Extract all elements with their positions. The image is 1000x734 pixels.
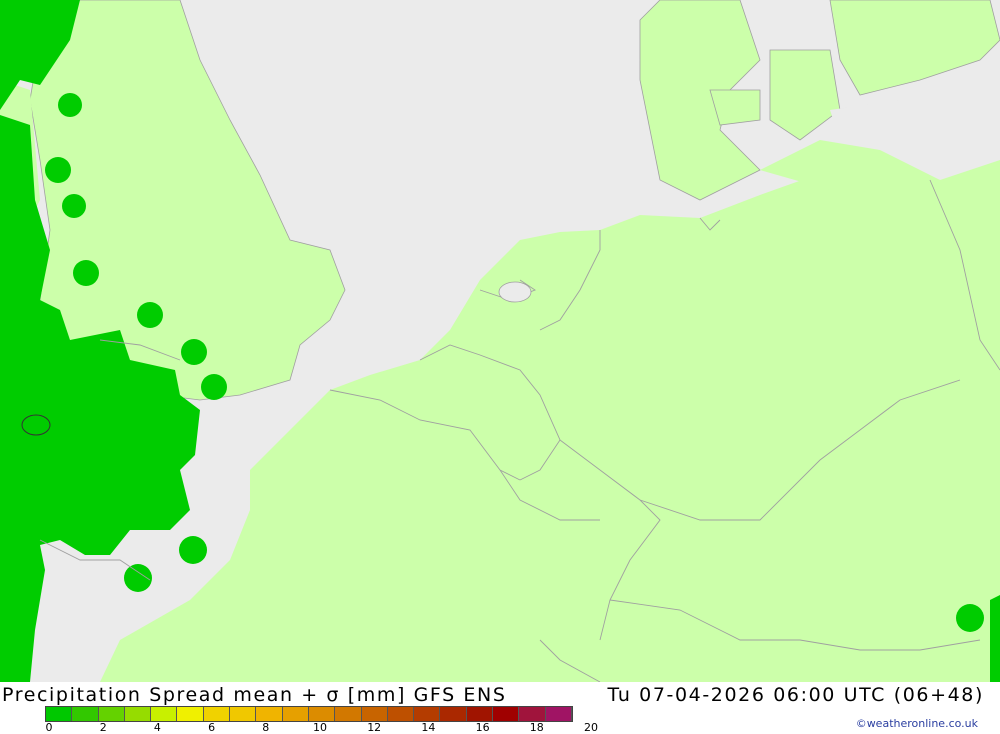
- legend-swatch: [98, 707, 125, 721]
- legend-tick-label: 10: [313, 721, 327, 734]
- legend-tick-label: 8: [262, 721, 270, 734]
- legend-tick-label: 6: [208, 721, 216, 734]
- legend-swatch: [46, 707, 73, 721]
- legend-swatch: [124, 707, 152, 721]
- legend-swatch: [519, 707, 546, 721]
- legend-tick-label: 16: [475, 721, 490, 734]
- legend-tick-label: 12: [367, 721, 382, 734]
- map-title: Precipitation Spread mean + σ [mm] GFS E…: [2, 684, 507, 706]
- legend-tick-label: 20: [584, 721, 598, 734]
- legend-swatch: [335, 707, 362, 721]
- legend-swatch: [72, 707, 99, 721]
- legend-swatch: [387, 707, 415, 721]
- legend-swatch: [545, 707, 572, 721]
- legend-colorbar: [45, 706, 573, 722]
- legend-swatch: [308, 707, 336, 721]
- legend-tick-label: 18: [529, 721, 544, 734]
- legend-swatch: [230, 707, 257, 721]
- legend-tick-label: 14: [421, 721, 436, 734]
- ijsselmeer: [498, 281, 532, 303]
- legend-swatch: [414, 707, 441, 721]
- legend-tick-label: 0: [45, 721, 53, 734]
- legend-swatch: [256, 707, 283, 721]
- legend-swatch: [440, 707, 467, 721]
- legend-swatch: [466, 707, 494, 721]
- credit-link[interactable]: ©weatheronline.co.uk: [856, 717, 978, 730]
- legend-ticks: 0 2 4 6 8 10 12 14 16 18 20: [45, 721, 625, 734]
- legend-swatch: [151, 707, 178, 721]
- map-datetime: Tu 07-04-2026 06:00 UTC (06+48): [607, 684, 984, 706]
- legend-tick-label: 2: [99, 721, 107, 734]
- legend-swatch: [361, 707, 388, 721]
- legend-tick-label: 4: [153, 721, 161, 734]
- precipitation-map: [0, 0, 1000, 682]
- legend-swatch: [203, 707, 231, 721]
- legend-swatch: [177, 707, 204, 721]
- legend-swatch: [493, 707, 520, 721]
- legend-swatch: [282, 707, 309, 721]
